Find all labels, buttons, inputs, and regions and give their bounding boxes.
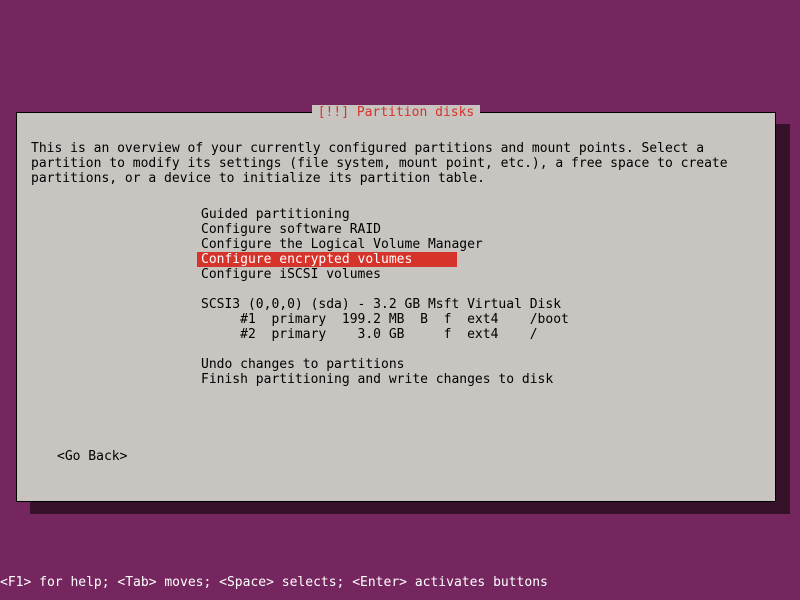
menu-item[interactable]: Finish partitioning and write changes to… (197, 372, 637, 387)
partition-menu[interactable]: Guided partitioningConfigure software RA… (197, 207, 637, 387)
go-back-button[interactable]: <Go Back> (57, 449, 127, 464)
menu-spacer (197, 342, 637, 357)
dialog-title: [!!] Partition disks (312, 105, 481, 120)
menu-item[interactable]: Guided partitioning (197, 207, 637, 222)
menu-item[interactable]: SCSI3 (0,0,0) (sda) - 3.2 GB Msft Virtua… (197, 297, 637, 312)
dialog-intro-text: This is an overview of your currently co… (31, 141, 761, 186)
menu-item[interactable]: Configure iSCSI volumes (197, 267, 637, 282)
menu-spacer (197, 282, 637, 297)
menu-item[interactable]: Configure software RAID (197, 222, 637, 237)
dialog-title-wrap: [!!] Partition disks (17, 105, 775, 120)
menu-item[interactable]: Undo changes to partitions (197, 357, 637, 372)
menu-item[interactable]: Configure encrypted volumes (197, 252, 457, 267)
menu-item[interactable]: Configure the Logical Volume Manager (197, 237, 637, 252)
menu-item[interactable]: #2 primary 3.0 GB f ext4 / (197, 327, 637, 342)
partition-dialog: [!!] Partition disks This is an overview… (16, 112, 776, 502)
help-footer: <F1> for help; <Tab> moves; <Space> sele… (0, 575, 548, 590)
menu-item[interactable]: #1 primary 199.2 MB B f ext4 /boot (197, 312, 637, 327)
